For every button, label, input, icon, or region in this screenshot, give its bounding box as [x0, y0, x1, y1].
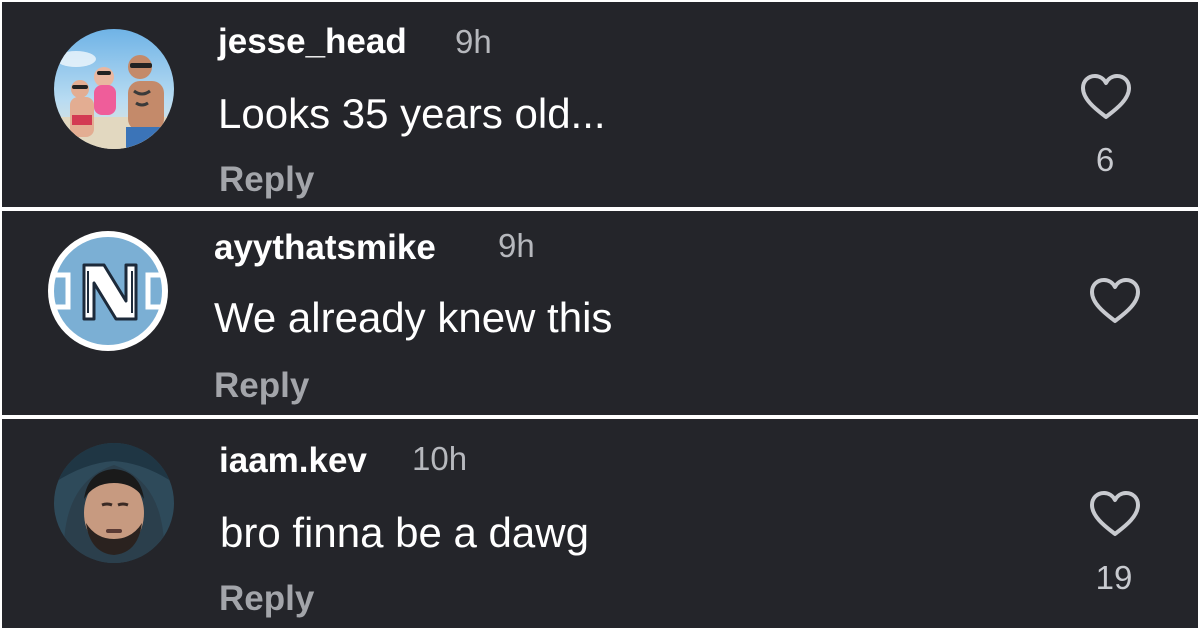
heart-icon: [1081, 74, 1131, 119]
comment-timestamp: 9h: [498, 227, 535, 264]
reply-button[interactable]: Reply: [219, 160, 314, 200]
comment-item: iaam.kev 10h bro finna be a dawg Reply 1…: [2, 419, 1198, 628]
reply-button[interactable]: Reply: [219, 579, 314, 619]
user-avatar[interactable]: [54, 29, 174, 149]
reply-button[interactable]: Reply: [214, 366, 309, 406]
username[interactable]: iaam.kev: [219, 441, 367, 481]
beach-family-photo: [54, 29, 174, 149]
heart-icon: [1090, 491, 1140, 536]
comment-item: jesse_head 9h Looks 35 years old... Repl…: [2, 2, 1198, 207]
like-count: 6: [1095, 141, 1115, 178]
unc-logo: [48, 231, 168, 351]
like-count: 19: [1095, 559, 1133, 596]
like-button[interactable]: [1087, 489, 1143, 539]
like-button[interactable]: [1087, 276, 1143, 326]
like-button[interactable]: [1078, 72, 1134, 122]
user-avatar[interactable]: [54, 443, 174, 563]
comment-timestamp: 10h: [412, 440, 468, 477]
comment-item: ayythatsmike 9h We already knew this Rep…: [2, 211, 1198, 415]
comment-text: Looks 35 years old...: [218, 90, 606, 137]
comment-text: bro finna be a dawg: [220, 509, 589, 556]
comment-timestamp: 9h: [455, 23, 492, 60]
comment-text: We already knew this: [214, 294, 613, 341]
user-avatar[interactable]: [48, 231, 168, 351]
username[interactable]: ayythatsmike: [214, 228, 436, 268]
heart-icon: [1090, 278, 1140, 323]
username[interactable]: jesse_head: [218, 22, 407, 62]
selfie-photo: [54, 443, 174, 563]
